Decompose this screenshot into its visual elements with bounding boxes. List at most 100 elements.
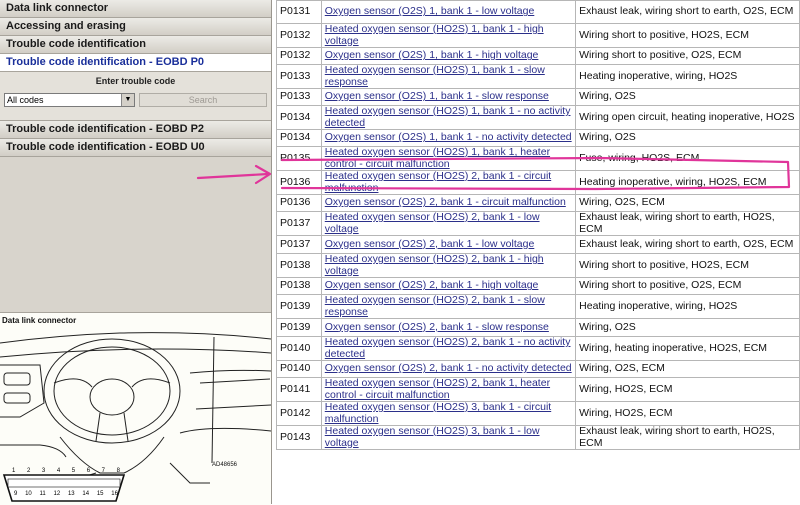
fault-description-link[interactable]: Heated oxygen sensor (HO2S) 2, bank 1, h… xyxy=(320,377,577,402)
fault-description-link[interactable]: Heated oxygen sensor (HO2S) 2, bank 1 - … xyxy=(320,336,577,361)
fault-cause: Wiring, O2S, ECM xyxy=(575,360,800,378)
connector-pins-bottom: 9 10 11 12 13 14 15 16 xyxy=(14,491,118,497)
fault-cause: Wiring short to positive, HO2S, ECM xyxy=(575,23,800,48)
table-row: P0133 Heated oxygen sensor (HO2S) 1, ban… xyxy=(276,64,800,89)
nav-item-data-link-connector[interactable]: Data link connector xyxy=(0,0,271,18)
fault-description-link[interactable]: Oxygen sensor (O2S) 2, bank 1 - slow res… xyxy=(320,318,577,337)
nav-item-accessing-erasing[interactable]: Accessing and erasing xyxy=(0,18,271,36)
nav-item-eobd-p2[interactable]: Trouble code identification - EOBD P2 xyxy=(0,121,271,139)
data-link-connector-diagram: Data link connector AD48656 1 2 3 4 5 6 … xyxy=(0,312,271,505)
connector-pin: 2 xyxy=(26,468,31,474)
fault-code: P0134 xyxy=(276,105,322,130)
fault-code: P0140 xyxy=(276,336,322,361)
fault-code: P0138 xyxy=(276,277,322,295)
fault-code: P0132 xyxy=(276,47,322,65)
table-row: P0133 Oxygen sensor (O2S) 1, bank 1 - sl… xyxy=(276,88,800,106)
trouble-code-table-container[interactable]: P0131 Oxygen sensor (O2S) 1, bank 1 - lo… xyxy=(276,0,800,504)
fault-code: P0131 xyxy=(276,0,322,24)
fault-code: P0134 xyxy=(276,129,322,147)
fault-code: P0137 xyxy=(276,235,322,254)
table-row: P0139 Oxygen sensor (O2S) 2, bank 1 - sl… xyxy=(276,318,800,337)
table-row: P0137 Oxygen sensor (O2S) 2, bank 1 - lo… xyxy=(276,235,800,254)
fault-description-link[interactable]: Heated oxygen sensor (HO2S) 2, bank 1 - … xyxy=(320,170,577,195)
connector-pin: 13 xyxy=(67,491,75,497)
fault-description-link[interactable]: Heated oxygen sensor (HO2S) 2, bank 1 - … xyxy=(320,253,577,278)
connector-pin: 8 xyxy=(116,468,120,474)
fault-cause: Wiring, O2S xyxy=(575,88,800,106)
fault-description-link[interactable]: Heated oxygen sensor (HO2S) 1, bank 1 - … xyxy=(320,105,577,130)
nav-item-eobd-u0[interactable]: Trouble code identification - EOBD U0 xyxy=(0,139,271,157)
fault-code: P0136 xyxy=(276,194,322,212)
code-filter-value: All codes xyxy=(7,95,44,105)
fault-description-link[interactable]: Heated oxygen sensor (HO2S) 1, bank 1 - … xyxy=(320,64,577,89)
table-row: P0132 Heated oxygen sensor (HO2S) 1, ban… xyxy=(276,23,800,48)
fault-description-link[interactable]: Heated oxygen sensor (HO2S) 2, bank 1 - … xyxy=(320,211,577,236)
table-row: P0138 Heated oxygen sensor (HO2S) 2, ban… xyxy=(276,253,800,278)
table-row: P0142 Heated oxygen sensor (HO2S) 3, ban… xyxy=(276,401,800,426)
connector-pin: 9 xyxy=(14,491,18,497)
fault-description-link[interactable]: Oxygen sensor (O2S) 1, bank 1 - no activ… xyxy=(320,129,577,147)
connector-pin: 16 xyxy=(111,491,118,497)
chevron-down-icon[interactable]: ▼ xyxy=(121,94,134,106)
fault-description-link[interactable]: Heated oxygen sensor (HO2S) 3, bank 1 - … xyxy=(320,425,577,450)
fault-description-link[interactable]: Oxygen sensor (O2S) 1, bank 1 - high vol… xyxy=(320,47,577,65)
fault-cause: Exhaust leak, wiring short to earth, O2S… xyxy=(575,0,800,24)
fault-code: P0136 xyxy=(276,170,322,195)
connector-pins-top: 1 2 3 4 5 6 7 8 xyxy=(12,468,120,474)
fault-code: P0140 xyxy=(276,360,322,378)
trouble-code-table: P0131 Oxygen sensor (O2S) 1, bank 1 - lo… xyxy=(276,0,800,450)
dashboard-illustration xyxy=(0,332,271,502)
table-row: P0138 Oxygen sensor (O2S) 2, bank 1 - hi… xyxy=(276,277,800,295)
fault-code: P0135 xyxy=(276,146,322,171)
fault-code: P0137 xyxy=(276,211,322,236)
fault-cause: Wiring, O2S xyxy=(575,318,800,337)
fault-description-link[interactable]: Oxygen sensor (O2S) 1, bank 1 - slow res… xyxy=(320,88,577,106)
fault-code: P0133 xyxy=(276,64,322,89)
fault-cause: Wiring short to positive, HO2S, ECM xyxy=(575,253,800,278)
fault-description-link[interactable]: Oxygen sensor (O2S) 2, bank 1 - low volt… xyxy=(320,235,577,254)
fault-code: P0132 xyxy=(276,23,322,48)
fault-description-link[interactable]: Oxygen sensor (O2S) 2, bank 1 - circuit … xyxy=(320,194,577,212)
fault-cause: Wiring, O2S xyxy=(575,129,800,147)
fault-code: P0139 xyxy=(276,294,322,319)
connector-pin: 4 xyxy=(56,468,61,474)
connector-pin: 15 xyxy=(96,491,104,497)
fault-cause: Exhaust leak, wiring short to earth, O2S… xyxy=(575,235,800,254)
table-row: P0132 Oxygen sensor (O2S) 1, bank 1 - hi… xyxy=(276,47,800,65)
table-row: P0140 Oxygen sensor (O2S) 2, bank 1 - no… xyxy=(276,360,800,378)
fault-cause: Exhaust leak, wiring short to earth, HO2… xyxy=(575,425,800,450)
table-row: P0131 Oxygen sensor (O2S) 1, bank 1 - lo… xyxy=(276,0,800,24)
search-button[interactable]: Search xyxy=(139,93,267,107)
fault-cause: Heating inoperative, wiring, HO2S xyxy=(575,64,800,89)
connector-pin: 10 xyxy=(25,491,32,497)
fault-cause: Wiring short to positive, O2S, ECM xyxy=(575,277,800,295)
connector-pin: 6 xyxy=(86,468,91,474)
fault-cause: Exhaust leak, wiring short to earth, HO2… xyxy=(575,211,800,236)
fault-cause: Wiring, heating inoperative, HO2S, ECM xyxy=(575,336,800,361)
fault-code: P0133 xyxy=(276,88,322,106)
diagram-reference-code: AD48656 xyxy=(212,462,238,468)
fault-description-link[interactable]: Heated oxygen sensor (HO2S) 2, bank 1 - … xyxy=(320,294,577,319)
fault-cause: Fuse, wiring, HO2S, ECM xyxy=(575,146,800,171)
fault-code: P0143 xyxy=(276,425,322,450)
trouble-code-search-panel: Enter trouble code All codes ▼ Search xyxy=(0,72,271,121)
fault-description-link[interactable]: Oxygen sensor (O2S) 2, bank 1 - high vol… xyxy=(320,277,577,295)
connector-pin: 12 xyxy=(53,491,61,497)
nav-item-eobd-p0[interactable]: Trouble code identification - EOBD P0 xyxy=(0,54,271,72)
fault-cause: Wiring, HO2S, ECM xyxy=(575,377,800,402)
left-panel: Data link connector Accessing and erasin… xyxy=(0,0,272,505)
fault-description-link[interactable]: Heated oxygen sensor (HO2S) 1, bank 1, h… xyxy=(320,146,577,171)
table-row-highlighted: P0135 Heated oxygen sensor (HO2S) 1, ban… xyxy=(276,146,800,171)
nav-item-trouble-code-identification[interactable]: Trouble code identification xyxy=(0,36,271,54)
fault-description-link[interactable]: Heated oxygen sensor (HO2S) 1, bank 1 - … xyxy=(320,23,577,48)
code-filter-select[interactable]: All codes ▼ xyxy=(4,93,135,107)
fault-description-link[interactable]: Oxygen sensor (O2S) 1, bank 1 - low volt… xyxy=(320,0,577,24)
fault-code: P0141 xyxy=(276,377,322,402)
fault-cause: Wiring open circuit, heating inoperative… xyxy=(575,105,800,130)
connector-pin: 7 xyxy=(101,468,105,474)
fault-description-link[interactable]: Heated oxygen sensor (HO2S) 3, bank 1 - … xyxy=(320,401,577,426)
fault-description-link[interactable]: Oxygen sensor (O2S) 2, bank 1 - no activ… xyxy=(320,360,577,378)
connector-pin: 3 xyxy=(41,468,46,474)
table-row: P0137 Heated oxygen sensor (HO2S) 2, ban… xyxy=(276,211,800,236)
connector-pin: 1 xyxy=(12,468,16,474)
